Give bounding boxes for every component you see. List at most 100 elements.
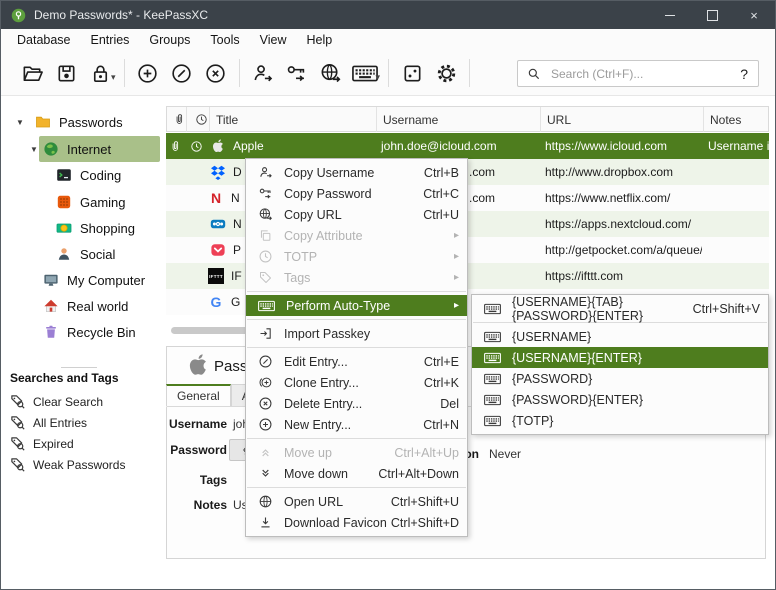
sidebar-item-all-entries[interactable]: All Entries <box>10 412 160 433</box>
sidebar-group-passwords[interactable]: ▼ Passwords <box>9 109 161 135</box>
toolbar-separator <box>124 59 125 87</box>
sidebar-group-social[interactable]: Social <box>9 241 161 267</box>
close-button[interactable]: × <box>733 1 775 29</box>
delete-entry-button[interactable] <box>199 57 233 89</box>
sidebar-group-internet[interactable]: ▼ Internet <box>9 136 161 162</box>
sidebar-item-clear-search[interactable]: Clear Search <box>10 391 160 412</box>
expiration-value: Never <box>489 447 521 461</box>
menu-database[interactable]: Database <box>7 33 81 47</box>
notes-column-header[interactable]: Notes <box>703 107 768 132</box>
username-column-header[interactable]: Username <box>376 107 540 132</box>
menu-item-clone-entry[interactable]: Clone Entry...Ctrl+K <box>246 372 467 393</box>
menu-item-copy-password[interactable]: Copy PasswordCtrl+C <box>246 183 467 204</box>
sidebar-group-recycle-bin[interactable]: Recycle Bin <box>9 319 161 345</box>
menu-item-totp[interactable]: TOTP▸ <box>246 246 467 267</box>
save-icon <box>55 62 78 85</box>
monitor-icon <box>43 272 59 288</box>
edit-entry-button[interactable] <box>165 57 199 89</box>
menu-separator <box>247 319 466 320</box>
edit-circle-icon <box>170 62 193 85</box>
menu-item-copy-attribute[interactable]: Copy Attribute▸ <box>246 225 467 246</box>
minimize-icon <box>665 15 675 16</box>
menu-view[interactable]: View <box>250 33 297 47</box>
window-controls: × <box>649 1 775 29</box>
x-circle-icon <box>258 396 273 411</box>
title-column-header[interactable]: Title <box>209 107 376 132</box>
menu-entries[interactable]: Entries <box>81 33 140 47</box>
plus-circle-icon <box>258 417 273 432</box>
folder-open-icon <box>21 62 44 85</box>
settings-button[interactable] <box>429 57 463 89</box>
submenu-item-password-enter[interactable]: {PASSWORD}{ENTER} <box>472 389 768 410</box>
menu-item-perform-autotype[interactable]: Perform Auto-Type▸ <box>246 295 467 316</box>
apple-icon <box>185 352 211 378</box>
copy-url-button[interactable] <box>314 57 348 89</box>
table-row-apple[interactable]: Apple john.doe@icloud.com https://www.ic… <box>166 133 769 159</box>
search-box: ? <box>517 60 759 87</box>
keyboard-icon <box>484 303 501 315</box>
sidebar-group-coding[interactable]: Coding <box>9 162 161 188</box>
gamepad-icon <box>56 194 72 210</box>
expander-icon[interactable]: ▼ <box>15 118 25 127</box>
person-icon <box>56 246 72 262</box>
submenu-item-username-enter[interactable]: {USERNAME}{ENTER} <box>472 347 768 368</box>
edit-circle-icon <box>258 354 273 369</box>
menu-item-download-favicon[interactable]: Download FaviconCtrl+Shift+D <box>246 512 467 533</box>
menu-groups[interactable]: Groups <box>139 33 200 47</box>
notes-label: Notes <box>167 498 227 512</box>
search-help-button[interactable]: ? <box>740 66 748 82</box>
menu-item-copy-url[interactable]: Copy URLCtrl+U <box>246 204 467 225</box>
menu-separator <box>247 487 466 488</box>
tab-general[interactable]: General <box>166 384 231 407</box>
menu-item-move-down[interactable]: Move downCtrl+Alt+Down <box>246 463 467 484</box>
entry-context-menu: Copy UsernameCtrl+B Copy PasswordCtrl+C … <box>245 158 468 537</box>
keyboard-icon <box>484 352 501 364</box>
autotype-dropdown-caret[interactable]: ▾ <box>376 72 381 83</box>
menu-item-move-up[interactable]: Move upCtrl+Alt+Up <box>246 442 467 463</box>
sidebar-splitter[interactable] <box>61 367 97 368</box>
maximize-button[interactable] <box>691 1 733 29</box>
sidebar-item-expired[interactable]: Expired <box>10 433 160 454</box>
menu-item-tags[interactable]: Tags▸ <box>246 267 467 288</box>
folder-icon <box>35 114 51 130</box>
tag-search-icon <box>10 436 25 451</box>
url-column-header[interactable]: URL <box>540 107 703 132</box>
nextcloud-icon <box>210 216 226 232</box>
submenu-item-totp[interactable]: {TOTP} <box>472 410 768 431</box>
sidebar-group-real-world[interactable]: Real world <box>9 293 161 319</box>
menu-help[interactable]: Help <box>296 33 342 47</box>
menu-item-edit-entry[interactable]: Edit Entry...Ctrl+E <box>246 351 467 372</box>
lock-dropdown-caret[interactable]: ▾ <box>111 72 116 83</box>
shopping-icon <box>56 220 72 236</box>
submenu-item-username[interactable]: {USERNAME} <box>472 326 768 347</box>
expiry-column-header[interactable] <box>186 107 209 132</box>
sidebar-group-my-computer[interactable]: My Computer <box>9 267 161 293</box>
keyboard-icon <box>484 373 501 385</box>
apple-icon <box>210 138 226 154</box>
save-database-button[interactable] <box>49 57 83 89</box>
sidebar-item-weak-passwords[interactable]: Weak Passwords <box>10 454 160 475</box>
open-database-button[interactable] <box>15 57 49 89</box>
submenu-arrow-icon: ▸ <box>454 300 459 311</box>
expander-icon[interactable]: ▼ <box>29 145 39 154</box>
menu-item-copy-username[interactable]: Copy UsernameCtrl+B <box>246 162 467 183</box>
menu-item-open-url[interactable]: Open URLCtrl+Shift+U <box>246 491 467 512</box>
copy-username-button[interactable] <box>246 57 280 89</box>
sidebar-group-gaming[interactable]: Gaming <box>9 189 161 215</box>
menu-tools[interactable]: Tools <box>200 33 249 47</box>
sidebar-group-shopping[interactable]: Shopping <box>9 215 161 241</box>
search-input[interactable] <box>549 66 740 82</box>
menu-item-import-passkey[interactable]: Import Passkey <box>246 323 467 344</box>
password-generator-button[interactable] <box>395 57 429 89</box>
copy-password-button[interactable] <box>280 57 314 89</box>
new-entry-button[interactable] <box>131 57 165 89</box>
attachment-column-header[interactable] <box>167 107 186 132</box>
submenu-item-password[interactable]: {PASSWORD} <box>472 368 768 389</box>
menubar: Database Entries Groups Tools View Help <box>1 29 775 51</box>
submenu-item-username-tab-password-enter[interactable]: {USERNAME}{TAB}{PASSWORD}{ENTER}Ctrl+Shi… <box>472 298 768 319</box>
menu-separator <box>247 347 466 348</box>
password-label: Password <box>167 443 227 457</box>
menu-item-delete-entry[interactable]: Delete Entry...Del <box>246 393 467 414</box>
minimize-button[interactable] <box>649 1 691 29</box>
menu-item-new-entry[interactable]: New Entry...Ctrl+N <box>246 414 467 435</box>
